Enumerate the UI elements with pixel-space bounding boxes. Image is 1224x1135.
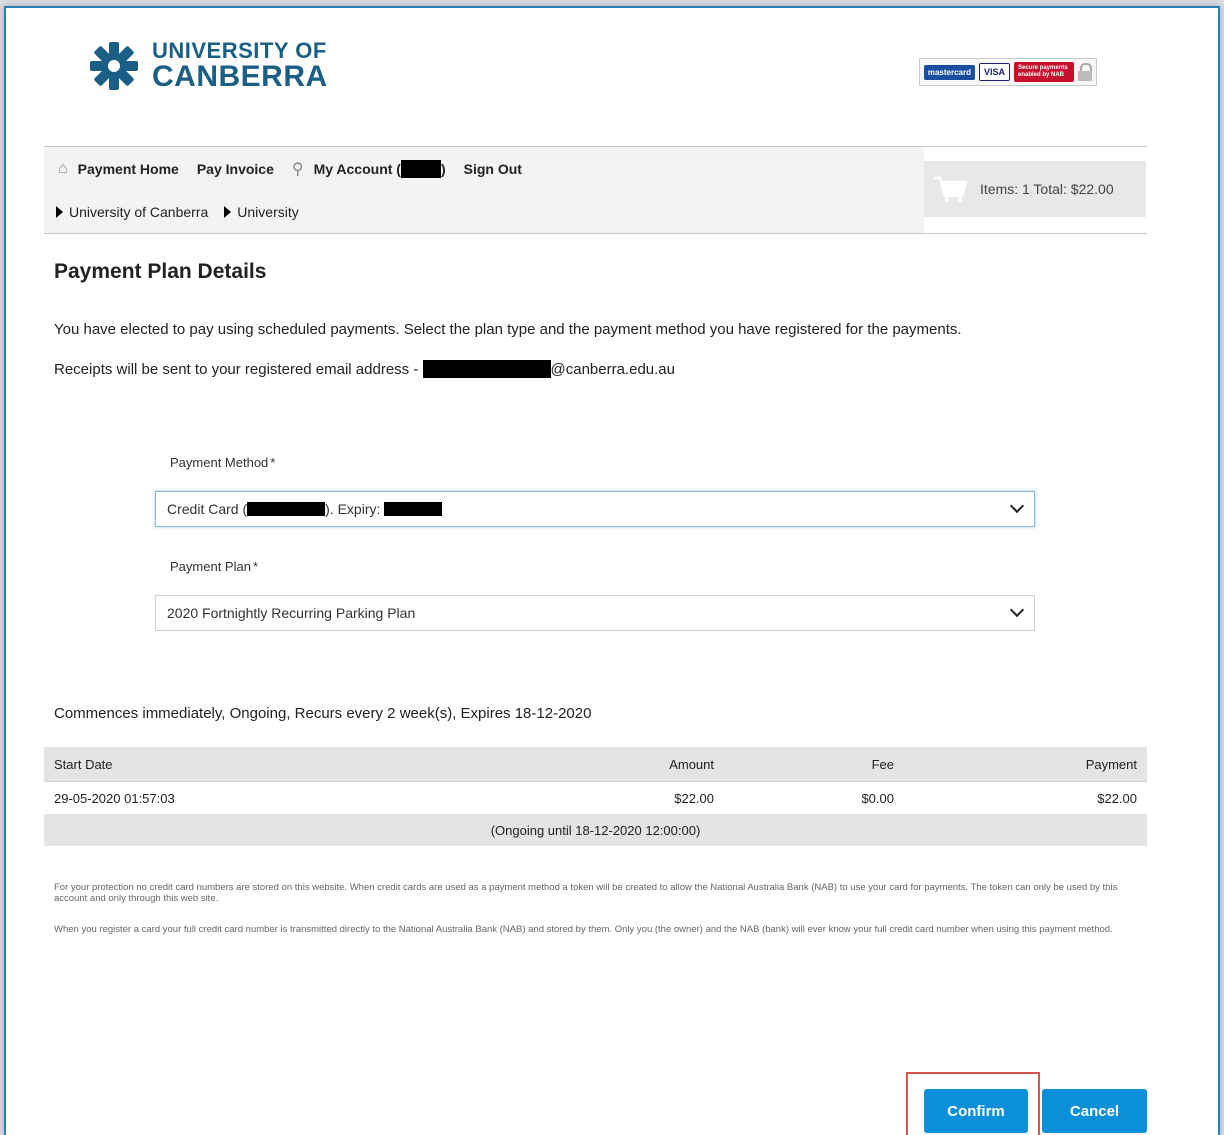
receipts-prefix: Receipts will be sent to your registered…	[54, 360, 423, 378]
cart-summary: Items: 1 Total: $22.00	[980, 181, 1114, 197]
receipts-text: Receipts will be sent to your registered…	[54, 360, 675, 378]
payment-card-badges: mastercard VISA Secure payments enabled …	[918, 58, 1097, 86]
cell-fee: $0.00	[861, 790, 894, 806]
main-nav: ⌂ Payment Home Pay Invoice ⚲ My Account …	[44, 147, 924, 191]
page-title: Payment Plan Details	[54, 260, 267, 283]
payment-plan-select[interactable]: 2020 Fortnightly Recurring Parking Plan	[155, 595, 1035, 631]
payment-method-label-text: Payment Method	[170, 455, 269, 470]
table-footer-row: (Ongoing until 18-12-2020 12:00:00)	[44, 814, 1147, 846]
cell-amount: $22.00	[674, 790, 714, 806]
nab-secure-badge: Secure payments enabled by NAB	[1014, 62, 1074, 82]
nav-divider	[44, 233, 1147, 234]
shopping-cart[interactable]: Items: 1 Total: $22.00	[924, 161, 1146, 217]
payment-method-select[interactable]: Credit Card ( ). Expiry:	[155, 491, 1035, 527]
table-header-row: Start Date Amount Fee Payment	[44, 747, 1147, 782]
logo-emblem-icon	[90, 42, 138, 90]
ongoing-until-note: (Ongoing until 18-12-2020 12:00:00)	[44, 814, 1147, 846]
redacted-card-number	[247, 502, 326, 516]
cart-icon	[934, 176, 968, 203]
breadcrumb-item[interactable]: University	[224, 204, 299, 220]
logo-line-1: UNIVERSITY OF	[152, 38, 327, 63]
nav-pay-invoice-label: Pay Invoice	[196, 161, 274, 177]
breadcrumb: University of Canberra University	[44, 191, 924, 233]
breadcrumb-label: University	[237, 204, 299, 220]
nav-sign-out[interactable]: Sign Out	[464, 161, 522, 177]
intro-text: You have elected to pay using scheduled …	[54, 321, 962, 338]
browser-window: UNIVERSITY OF CANBERRA mastercard VISA S…	[4, 6, 1220, 1135]
logo-line-2: CANBERRA	[152, 60, 328, 93]
nav-my-account[interactable]: ⚲ My Account ( )	[292, 159, 446, 179]
column-header-fee: Fee	[724, 747, 904, 782]
fineprint-card-storage: When you register a card your full credi…	[54, 924, 1113, 935]
home-icon: ⌂	[58, 160, 68, 177]
cell-payment: $22.00	[1097, 790, 1137, 806]
nav-my-account-label: My Account (	[313, 161, 401, 177]
caret-right-icon	[56, 206, 63, 218]
confirm-button[interactable]: Confirm	[924, 1089, 1028, 1133]
payment-method-label: Payment Method *	[170, 455, 275, 470]
required-marker: *	[252, 559, 258, 574]
redacted-email	[422, 360, 551, 378]
nav-pay-invoice[interactable]: Pay Invoice	[197, 161, 274, 177]
required-marker: *	[270, 455, 276, 470]
university-logo[interactable]: UNIVERSITY OF CANBERRA	[82, 38, 328, 94]
nav-my-account-suffix: )	[440, 161, 446, 177]
cell-start-date: 29-05-2020 01:57:03	[54, 790, 175, 806]
fineprint-token: For your protection no credit card numbe…	[54, 882, 1118, 904]
chevron-down-icon	[1009, 602, 1025, 618]
column-header-start-date: Start Date	[44, 747, 584, 782]
lock-icon	[1078, 63, 1092, 81]
nav-payment-home-label: Payment Home	[77, 161, 179, 177]
visa-badge: VISA	[978, 63, 1010, 81]
column-header-amount: Amount	[584, 747, 724, 782]
payment-schedule-table: Start Date Amount Fee Payment 29-05-2020…	[44, 747, 1147, 846]
payment-plan-label: Payment Plan *	[170, 559, 258, 574]
cancel-button[interactable]: Cancel	[1042, 1089, 1147, 1133]
payment-plan-value: 2020 Fortnightly Recurring Parking Plan	[167, 605, 416, 621]
nav-payment-home[interactable]: ⌂ Payment Home	[58, 160, 179, 178]
column-header-payment: Payment	[904, 747, 1147, 782]
plan-summary: Commences immediately, Ongoing, Recurs e…	[54, 705, 592, 722]
breadcrumb-item[interactable]: University of Canberra	[56, 204, 208, 220]
chevron-down-icon	[1009, 498, 1025, 514]
breadcrumb-label: University of Canberra	[69, 204, 209, 220]
user-icon: ⚲	[291, 161, 304, 178]
payment-plan-label-text: Payment Plan	[170, 559, 251, 574]
nav-sign-out-label: Sign Out	[463, 161, 522, 177]
redacted-account-id	[400, 160, 441, 178]
page-content: UNIVERSITY OF CANBERRA mastercard VISA S…	[44, 8, 1147, 1135]
receipts-suffix: @canberra.edu.au	[550, 360, 675, 378]
caret-right-icon	[224, 206, 232, 218]
payment-method-value-mid: ). Expiry:	[325, 501, 385, 517]
mastercard-badge: mastercard	[923, 64, 975, 80]
redacted-expiry	[384, 502, 443, 516]
table-row: 29-05-2020 01:57:03 $22.00 $0.00 $22.00	[44, 782, 1147, 815]
payment-method-value-prefix: Credit Card (	[167, 501, 248, 517]
